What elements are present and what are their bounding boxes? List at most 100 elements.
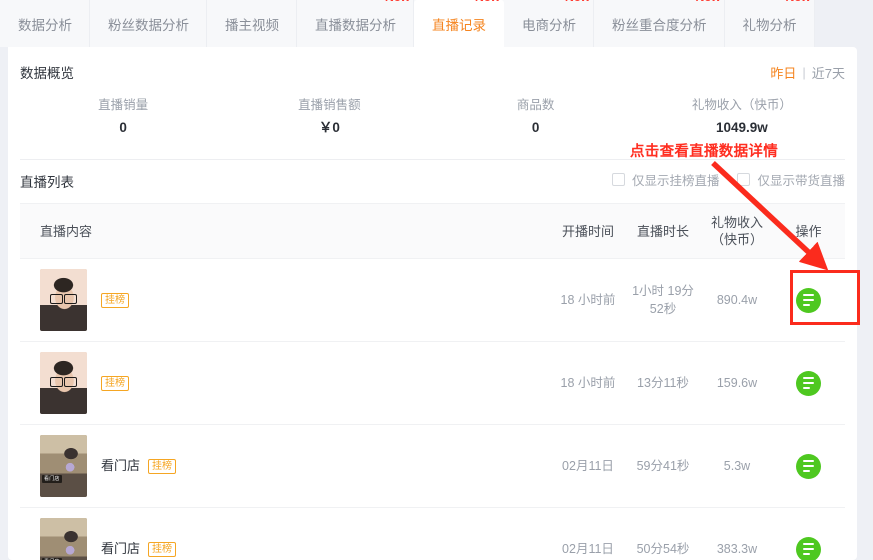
column-header-gift-income-line1: 礼物收入	[710, 215, 763, 230]
cell-gift-income: 5.3w	[723, 459, 751, 473]
cell-content: 挂榜	[20, 352, 552, 414]
content-card: 数据概览 昨日 | 近7天 直播销量 0 直播销售额 ￥0 商品数 0 礼物收入…	[8, 47, 857, 560]
live-thumbnail[interactable]: 看门店	[40, 518, 87, 560]
new-badge: New	[565, 0, 590, 4]
table-row[interactable]: 挂榜 18 小时前 13分11秒 159.6w	[20, 342, 845, 425]
cell-duration: 1小时 19分 52秒	[632, 284, 694, 316]
tab-礼物分析[interactable]: New 礼物分析	[724, 0, 815, 47]
tab-label: 粉丝重合度分析	[612, 17, 707, 33]
tab-label: 播主视频	[225, 17, 279, 33]
stat-直播销售额: 直播销售额 ￥0	[226, 97, 432, 145]
filter-label: 仅显示挂榜直播	[631, 174, 720, 188]
live-records-table: 直播内容 开播时间 直播时长 礼物收入 （快币） 操作 挂榜 18 小时前 1小…	[20, 203, 845, 560]
overview-stats: 直播销量 0 直播销售额 ￥0 商品数 0 礼物收入（快币） 1049.9w	[20, 97, 845, 145]
tab-label: 数据分析	[18, 17, 72, 33]
stat-商品数: 商品数 0	[433, 97, 639, 145]
status-badge: 挂榜	[148, 541, 177, 557]
tab-粉丝重合度分析[interactable]: New 粉丝重合度分析	[594, 0, 725, 47]
new-badge: New	[385, 0, 410, 4]
list-icon-button[interactable]	[796, 453, 821, 479]
stat-value: 1049.9w	[715, 120, 768, 135]
tab-数据分析[interactable]: 数据分析	[0, 0, 90, 47]
cell-content: 看门店 看门店 挂榜	[20, 518, 552, 560]
section-divider	[20, 159, 845, 160]
column-header-start-time: 开播时间	[561, 223, 614, 239]
column-header-gift-income-line2: （快币）	[710, 232, 763, 247]
tab-直播数据分析[interactable]: New 直播数据分析	[297, 0, 414, 47]
glasses-icon	[50, 294, 77, 304]
cell-start-time: 18 小时前	[560, 293, 616, 307]
cell-operation	[772, 536, 845, 560]
cell-operation	[772, 453, 845, 479]
overview-header: 数据概览 昨日 | 近7天	[20, 62, 845, 84]
column-header-operation: 操作	[795, 223, 822, 239]
tab-粉丝数据分析[interactable]: 粉丝数据分析	[90, 0, 207, 47]
column-header-gift-income: 礼物收入 （快币）	[702, 214, 772, 248]
glasses-icon	[50, 377, 77, 387]
cell-start-time: 02月11日	[562, 542, 614, 556]
stat-礼物收入: 礼物收入（快币） 1049.9w	[639, 97, 845, 145]
stat-label: 直播销售额	[298, 98, 361, 112]
live-thumbnail[interactable]: 看门店	[40, 435, 87, 497]
tab-电商分析[interactable]: New 电商分析	[504, 0, 594, 47]
list-icon-button[interactable]	[796, 287, 821, 313]
room-title: 看门店	[101, 541, 141, 556]
list-header: 直播列表 仅显示挂榜直播 仅显示带货直播	[20, 169, 845, 195]
thumbnail-tag: 看门店	[42, 475, 62, 483]
thumbnail-image	[40, 518, 87, 560]
new-badge: New	[695, 0, 720, 4]
checkbox-icon[interactable]	[737, 173, 751, 186]
column-header-content: 直播内容	[40, 223, 93, 239]
status-badge: 挂榜	[101, 292, 129, 308]
main-tab-bar: 数据分析 粉丝数据分析 播主视频 New 直播数据分析 New 直播记录 New…	[0, 0, 815, 47]
cell-duration: 13分11秒	[637, 376, 689, 390]
stat-value: 0	[119, 120, 127, 135]
table-header-row: 直播内容 开播时间 直播时长 礼物收入 （快币） 操作	[20, 203, 845, 259]
stat-value: ￥0	[318, 120, 340, 135]
list-filters: 仅显示挂榜直播 仅显示带货直播	[611, 170, 845, 189]
table-row[interactable]: 看门店 看门店 挂榜 02月11日 59分41秒 5.3w	[20, 425, 845, 508]
new-badge: New	[475, 0, 500, 4]
tab-label: 直播数据分析	[315, 17, 396, 33]
live-thumbnail[interactable]	[40, 269, 87, 331]
column-header-duration: 直播时长	[636, 223, 689, 239]
overview-title: 数据概览	[20, 66, 74, 81]
date-range-yesterday[interactable]: 昨日	[770, 63, 796, 82]
cell-start-time: 18 小时前	[560, 376, 616, 390]
stat-直播销量: 直播销量 0	[20, 97, 226, 145]
list-icon-button[interactable]	[796, 536, 821, 560]
tab-label: 粉丝数据分析	[108, 17, 189, 33]
new-badge: New	[785, 0, 810, 4]
tab-label: 直播记录	[432, 17, 486, 33]
cell-content: 看门店 看门店 挂榜	[20, 435, 552, 497]
cell-duration: 59分41秒	[636, 459, 690, 473]
list-icon-button[interactable]	[796, 370, 821, 396]
thumbnail-image	[40, 435, 87, 497]
cell-gift-income: 890.4w	[716, 293, 758, 307]
tab-直播记录[interactable]: New 直播记录	[414, 0, 504, 47]
date-range-separator: |	[802, 65, 806, 80]
checkbox-icon[interactable]	[611, 173, 625, 186]
tab-label: 电商分析	[522, 17, 576, 33]
status-badge: 挂榜	[101, 375, 129, 391]
cell-start-time: 02月11日	[562, 459, 614, 473]
filter-label: 仅显示带货直播	[757, 174, 845, 188]
tab-label: 礼物分析	[742, 17, 797, 33]
tab-播主视频[interactable]: 播主视频	[207, 0, 297, 47]
stat-value: 0	[531, 120, 540, 135]
live-thumbnail[interactable]	[40, 352, 87, 414]
filter-仅显示挂榜直播[interactable]: 仅显示挂榜直播	[611, 170, 720, 189]
date-range-7days[interactable]: 近7天	[812, 63, 845, 82]
table-row[interactable]: 看门店 看门店 挂榜 02月11日 50分54秒 383.3w	[20, 508, 845, 560]
filter-仅显示带货直播[interactable]: 仅显示带货直播	[737, 170, 845, 189]
list-title: 直播列表	[20, 175, 74, 190]
room-title: 看门店	[101, 458, 141, 473]
cell-operation	[772, 370, 845, 396]
cell-duration: 50分54秒	[636, 542, 690, 556]
table-row[interactable]: 挂榜 18 小时前 1小时 19分 52秒 890.4w	[20, 259, 845, 342]
status-badge: 挂榜	[148, 458, 177, 474]
stat-label: 礼物收入（快币）	[691, 98, 792, 112]
cell-gift-income: 159.6w	[716, 376, 758, 390]
stat-label: 直播销量	[98, 98, 149, 112]
app-root: 数据分析 粉丝数据分析 播主视频 New 直播数据分析 New 直播记录 New…	[0, 0, 873, 560]
